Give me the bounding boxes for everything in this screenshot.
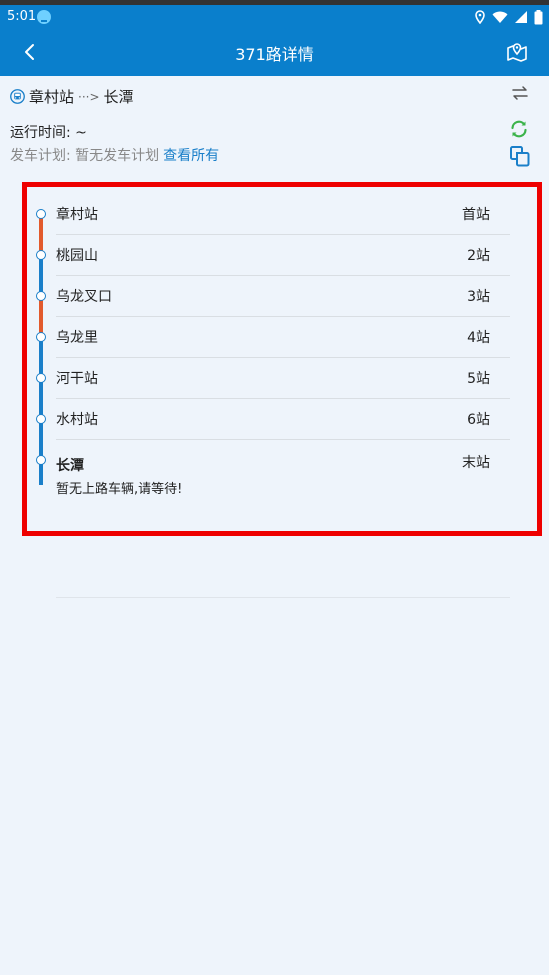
bus-icon	[10, 89, 25, 104]
route-from: 章村站	[29, 88, 75, 106]
map-pin-icon[interactable]	[505, 40, 529, 64]
schedule-label: 发车计划: 暂无发车计划	[10, 148, 160, 164]
status-time: 5:01	[7, 9, 37, 24]
status-bar: 5:01	[0, 5, 549, 29]
view-all-link[interactable]: 查看所有	[163, 148, 219, 164]
status-icons	[474, 7, 543, 27]
copy-icon[interactable]	[509, 145, 531, 167]
battery-icon	[534, 9, 543, 24]
page-title: 371路详情	[235, 45, 314, 64]
download-notification-icon	[37, 10, 51, 24]
list-bottom-divider	[56, 597, 510, 598]
swap-icon[interactable]	[511, 84, 529, 102]
highlight-box	[22, 182, 542, 536]
wifi-icon	[492, 11, 508, 23]
location-icon	[475, 10, 485, 24]
refresh-icon[interactable]	[509, 119, 529, 139]
route-arrow: ···>	[78, 89, 100, 104]
run-time: 运行时间: ~	[10, 125, 87, 141]
route-to: 长潭	[103, 88, 134, 106]
app-bar: 371路详情	[0, 29, 549, 76]
departure-schedule: 发车计划: 暂无发车计划 查看所有	[10, 145, 219, 165]
signal-icon	[515, 11, 527, 23]
route-direction: 章村站 ···> 长潭	[10, 86, 134, 107]
